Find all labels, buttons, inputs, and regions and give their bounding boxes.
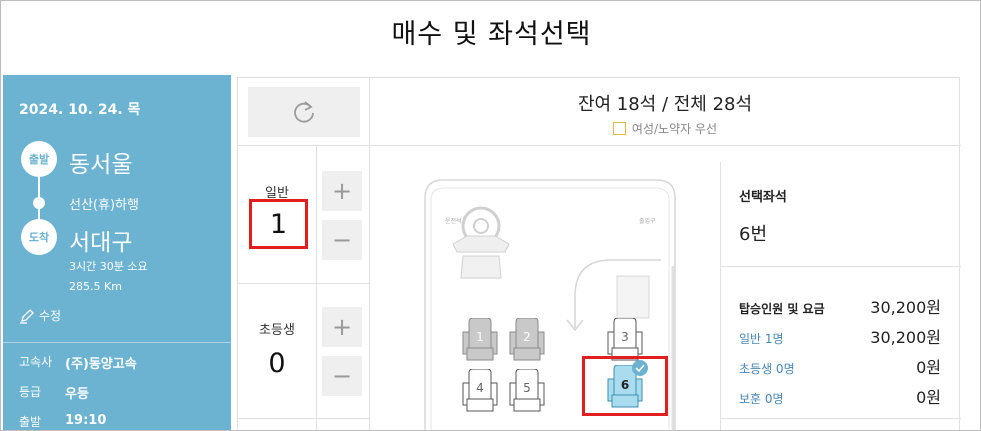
minus-icon: − — [331, 226, 353, 254]
seat-1: 1 — [461, 317, 499, 362]
divider — [316, 145, 317, 430]
departure-badge: 출발 — [21, 141, 57, 177]
page-header: 매수 및 좌석선택 — [1, 1, 980, 61]
trip-info-panel: 2024. 10. 24. 목 출발 동서울 선산(휴)하행 도착 서대구 3시… — [3, 75, 231, 430]
seat-number: 4 — [476, 381, 484, 395]
grade-value: 우등 — [65, 387, 89, 402]
seat-4[interactable]: 4 — [461, 368, 499, 413]
fare-row-elementary: 초등생 0명 0원 — [739, 354, 941, 378]
page-title: 매수 및 좌석선택 — [391, 18, 592, 50]
fare-general-label: 일반 1명 — [739, 332, 784, 346]
driver-label: 운전석 — [445, 218, 462, 225]
divider — [238, 145, 961, 146]
passenger-elementary: 초등생 0 — [238, 319, 316, 379]
company-value: (주)동양고속 — [65, 357, 137, 372]
seat-availability: 잔여 18석 / 전체 28석 — [577, 94, 753, 115]
edit-label: 수정 — [39, 309, 62, 323]
bus-seat-map: 운전석 출입구 1 2 3 4 5 6 — [371, 148, 719, 430]
fare-veteran-amount: 0원 — [916, 388, 941, 407]
seat-number: 1 — [476, 330, 484, 344]
info-divider — [3, 342, 231, 343]
departure-time-value: 19:10 — [65, 413, 107, 428]
elementary-increase-button[interactable]: + — [322, 307, 362, 347]
trip-distance: 285.5 Km — [69, 280, 122, 293]
via-dot — [33, 197, 45, 209]
door-label: 출입구 — [639, 218, 656, 225]
refresh-icon — [294, 101, 314, 123]
fare-title: 탑승인원 및 요금 — [739, 302, 825, 316]
seat-number: 5 — [523, 381, 531, 395]
fare-total-row: 탑승인원 및 요금 30,200원 — [739, 294, 941, 318]
passenger-general-count: 1 — [269, 208, 288, 240]
company-row: 고속사 (주)동양고속 — [19, 353, 137, 372]
elementary-decrease-button[interactable]: − — [322, 356, 362, 396]
edit-button[interactable]: 수정 — [19, 307, 61, 324]
company-key: 고속사 — [19, 355, 53, 369]
departure-time-key: 출발 — [19, 415, 42, 429]
departure-time-row: 출발 19:10 — [19, 413, 106, 430]
fare-veteran-label: 보훈 0명 — [739, 392, 784, 406]
fare-general-amount: 30,200원 — [870, 328, 941, 347]
arrival-terminal: 서대구 — [69, 230, 133, 256]
seat-number: 2 — [523, 330, 531, 344]
preference-checkbox — [612, 122, 626, 135]
fare-elementary-label: 초등생 0명 — [739, 362, 795, 376]
divider — [238, 283, 369, 284]
passenger-elementary-label: 초등생 — [259, 323, 295, 338]
grade-key: 등급 — [19, 385, 42, 399]
fare-row-general: 일반 1명 30,200원 — [739, 324, 941, 348]
divider — [369, 145, 370, 430]
via-stop: 선산(휴)하행 — [69, 198, 139, 213]
seat-6[interactable]: 6 — [606, 360, 648, 409]
trip-duration: 3시간 30분 소요 — [69, 260, 148, 273]
preference-legend: 여성/노약자 우선 — [369, 120, 961, 137]
minus-icon: − — [331, 362, 353, 390]
fare-total: 30,200원 — [870, 298, 941, 317]
check-icon — [632, 360, 648, 376]
general-increase-button[interactable]: + — [322, 171, 362, 211]
divider — [238, 418, 369, 419]
general-decrease-button[interactable]: − — [322, 220, 362, 260]
preference-label: 여성/노약자 우선 — [631, 122, 718, 136]
selected-seat-title: 선택좌석 — [739, 190, 787, 205]
grade-row: 등급 우등 — [19, 383, 89, 402]
trip-date: 2024. 10. 24. 목 — [19, 102, 141, 118]
pencil-icon — [20, 308, 34, 324]
refresh-button[interactable] — [248, 87, 360, 137]
passenger-general-count-box: 1 — [249, 199, 308, 249]
selected-seat-value: 6번 — [739, 224, 768, 245]
seat-selection-area: 잔여 18석 / 전체 28석 여성/노약자 우선 일반 1 + − 초등생 0… — [237, 77, 961, 430]
seat-number: 3 — [621, 330, 629, 344]
seat-2: 2 — [508, 317, 546, 362]
seat-5[interactable]: 5 — [508, 368, 546, 413]
arrival-badge: 도착 — [21, 219, 57, 255]
plus-icon: + — [331, 313, 353, 341]
summary-divider — [721, 266, 961, 267]
fare-elementary-amount: 0원 — [916, 358, 941, 377]
selection-summary: 선택좌석 6번 탑승인원 및 요금 30,200원 일반 1명 30,200원 … — [720, 162, 961, 430]
plus-icon: + — [331, 177, 353, 205]
fare-row-veteran: 보훈 0명 0원 — [739, 384, 941, 408]
seat-selection-window: 매수 및 좌석선택 2024. 10. 24. 목 출발 동서울 선산(휴)하행… — [0, 0, 981, 431]
summary-divider — [721, 418, 961, 419]
departure-terminal: 동서울 — [69, 152, 133, 178]
seat-number: 6 — [620, 378, 630, 392]
passenger-elementary-count: 0 — [268, 348, 286, 379]
